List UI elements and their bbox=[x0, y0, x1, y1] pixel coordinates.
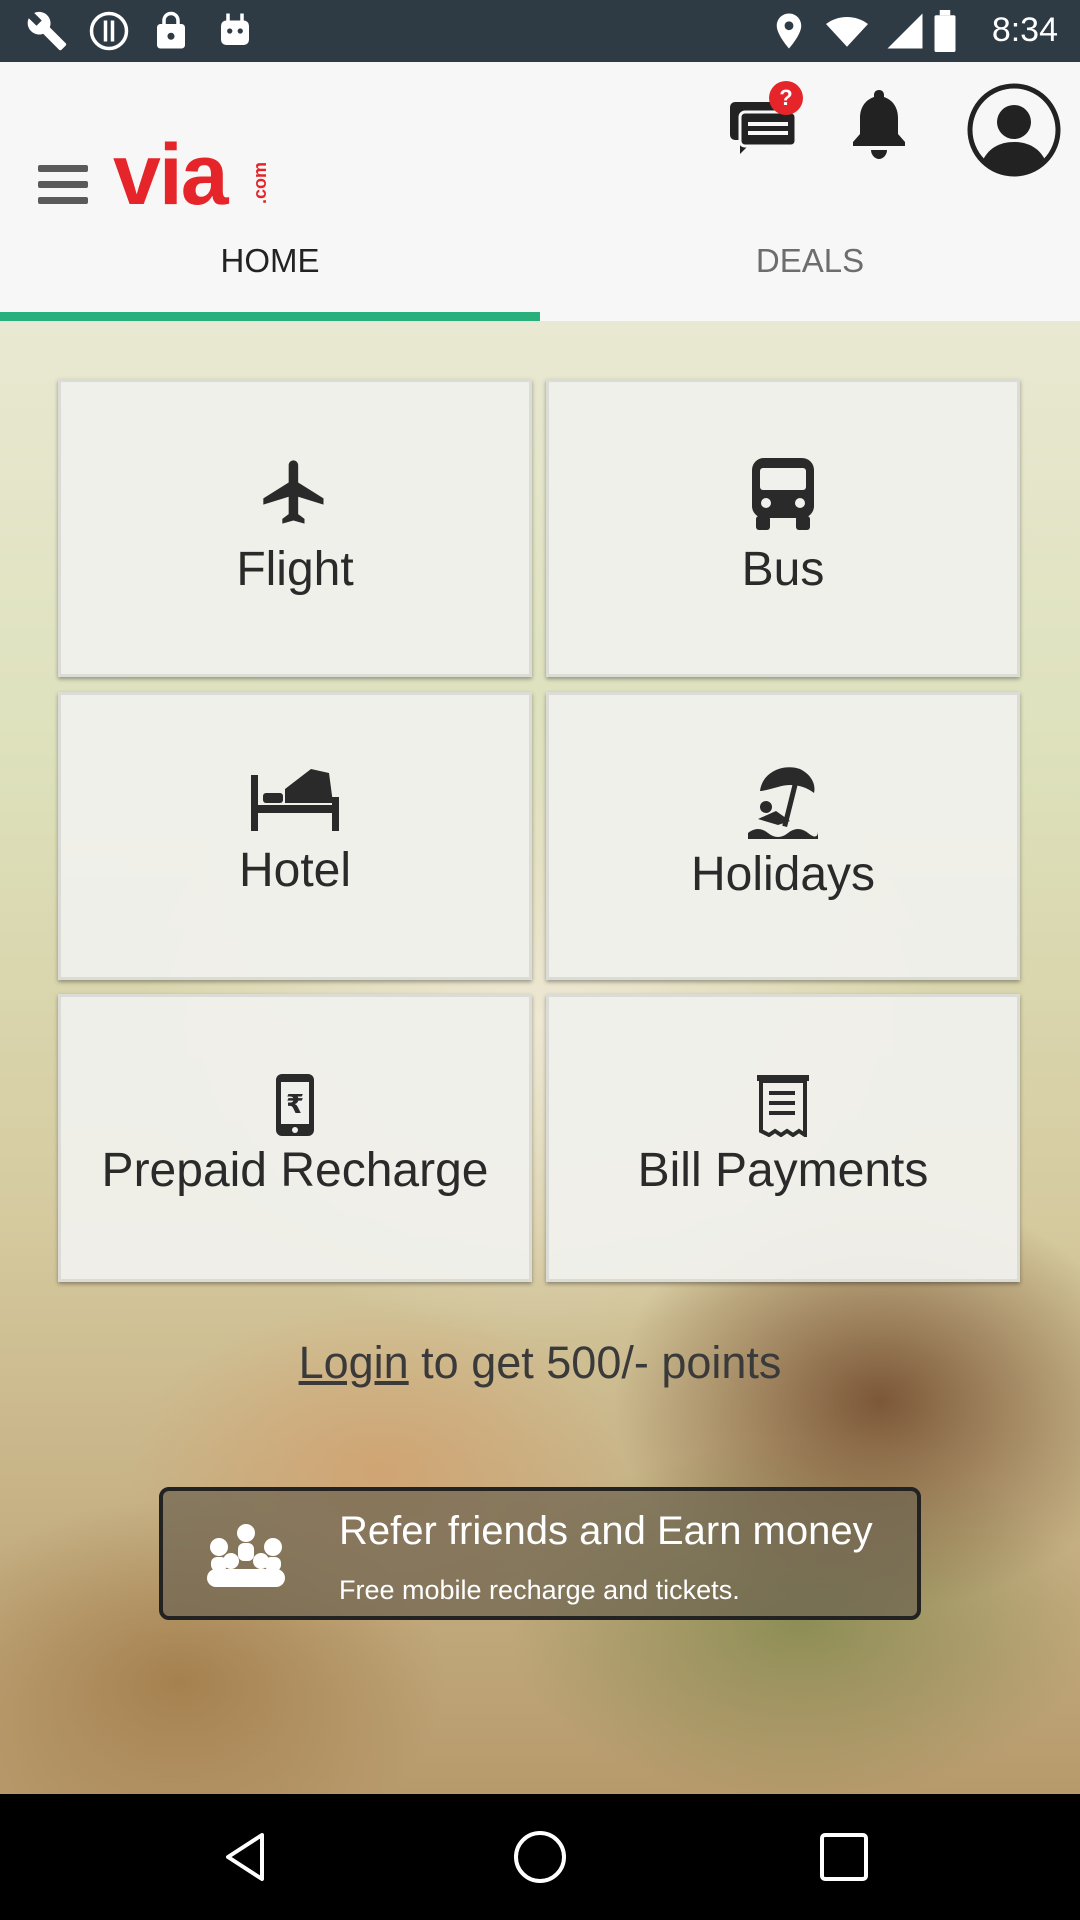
status-bar: 8:34 bbox=[0, 0, 1080, 62]
back-icon[interactable] bbox=[218, 1829, 274, 1885]
bed-icon bbox=[251, 769, 339, 831]
profile-avatar-icon[interactable] bbox=[966, 82, 1062, 178]
wifi-icon bbox=[826, 17, 868, 47]
tab-home[interactable]: HOME bbox=[0, 206, 540, 316]
hotel-label: Hotel bbox=[238, 844, 352, 897]
menu-icon[interactable] bbox=[38, 165, 88, 209]
android-icon bbox=[221, 13, 249, 45]
prepaid-recharge-tile[interactable]: ₹ Prepaid Recharge bbox=[58, 994, 532, 1282]
flight-label: Flight bbox=[236, 543, 354, 596]
beach-icon bbox=[748, 767, 818, 839]
active-tab-indicator bbox=[0, 312, 540, 321]
bus-icon bbox=[752, 458, 814, 530]
location-icon bbox=[776, 13, 802, 49]
cell-signal-icon bbox=[887, 13, 923, 49]
login-promo: Login to get 500/- points bbox=[0, 1337, 1080, 1389]
refer-title: Refer friends and Earn money bbox=[339, 1509, 873, 1553]
airplane-icon bbox=[263, 460, 324, 524]
wrench-icon bbox=[27, 11, 67, 51]
notification-bell-icon[interactable] bbox=[850, 86, 908, 162]
bus-tile[interactable]: Bus bbox=[546, 379, 1020, 677]
mobile-rupee-icon: ₹ bbox=[276, 1074, 314, 1136]
refer-subtitle: Free mobile recharge and tickets. bbox=[339, 1575, 740, 1605]
group-people-icon bbox=[207, 1524, 285, 1587]
holidays-tile[interactable]: Holidays bbox=[546, 692, 1020, 980]
logo-suffix: .com bbox=[250, 162, 270, 205]
login-link[interactable]: Login bbox=[299, 1337, 409, 1388]
bus-label: Bus bbox=[741, 543, 825, 596]
flight-tile[interactable]: Flight bbox=[58, 379, 532, 677]
home-content: Flight Bus Hotel Holidays ₹ Prepaid Rech… bbox=[0, 321, 1080, 1794]
prepaid-recharge-label: Prepaid Recharge bbox=[101, 1144, 489, 1197]
chat-badge: ? bbox=[779, 85, 792, 110]
sync-icon bbox=[89, 11, 129, 51]
holidays-label: Holidays bbox=[690, 848, 876, 901]
receipt-icon bbox=[757, 1075, 809, 1137]
tab-deals[interactable]: DEALS bbox=[540, 206, 1080, 316]
status-time: 8:34 bbox=[991, 11, 1058, 49]
hotel-tile[interactable]: Hotel bbox=[58, 692, 532, 980]
bill-payments-label: Bill Payments bbox=[637, 1144, 929, 1197]
app-header: via .com ? HOME DEALS bbox=[0, 62, 1080, 321]
svg-text:₹: ₹ bbox=[286, 1090, 304, 1120]
system-nav-bar bbox=[0, 1794, 1080, 1920]
home-nav-icon[interactable] bbox=[512, 1829, 568, 1885]
bill-payments-tile[interactable]: Bill Payments bbox=[546, 994, 1020, 1282]
battery-icon bbox=[934, 10, 956, 52]
chat-icon[interactable]: ? bbox=[726, 80, 810, 160]
lock-icon bbox=[157, 11, 185, 49]
recents-icon[interactable] bbox=[816, 1829, 872, 1885]
refer-friends-banner[interactable]: Refer friends and Earn money Free mobile… bbox=[159, 1487, 921, 1620]
login-promo-text: to get 500/- points bbox=[408, 1337, 782, 1388]
